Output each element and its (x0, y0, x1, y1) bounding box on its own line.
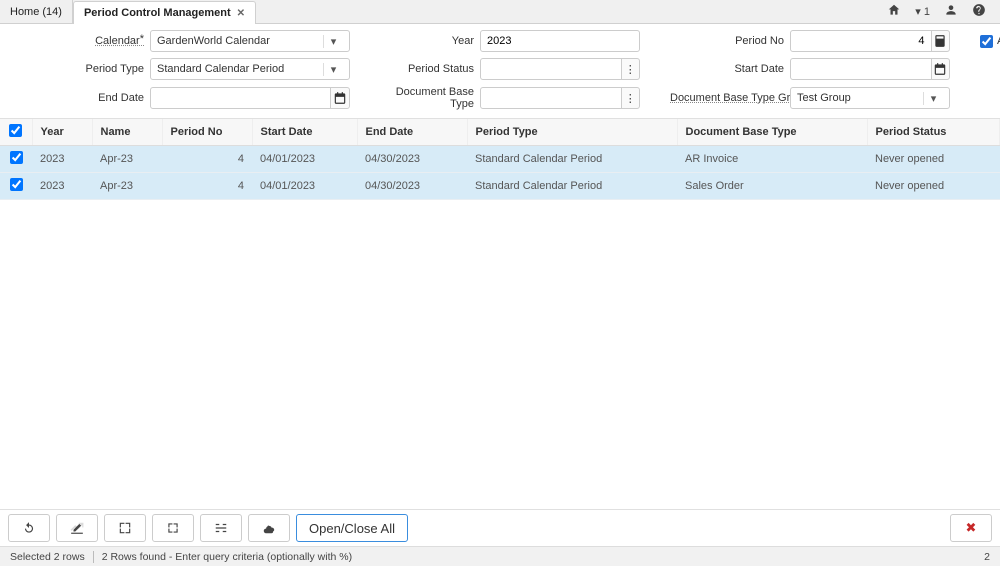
help-icon[interactable] (972, 3, 986, 20)
more-vertical-icon[interactable]: ⋮ (621, 87, 640, 109)
open-close-all-button[interactable]: Open/Close All (296, 514, 408, 542)
label-period-status: Period Status (380, 63, 480, 75)
select-all-checkbox[interactable] (9, 124, 22, 137)
cell-period-status: Never opened (867, 146, 1000, 173)
period-no-field (790, 30, 950, 52)
label-period-no: Period No (670, 35, 790, 47)
cancel-button[interactable]: ✖ (950, 514, 992, 542)
export-button[interactable] (248, 514, 290, 542)
select-all-button[interactable] (152, 514, 194, 542)
cell-period-type: Standard Calendar Period (467, 173, 677, 200)
period-type-value: Standard Calendar Period (157, 63, 284, 75)
table-row[interactable]: 2023 Apr-23 4 04/01/2023 04/30/2023 Stan… (0, 173, 1000, 200)
end-date-field (150, 87, 350, 109)
period-no-input[interactable] (790, 30, 932, 52)
doc-base-type-group-select[interactable]: Test Group ▾ (790, 87, 950, 109)
cell-name: Apr-23 (92, 146, 162, 173)
label-period-type: Period Type (10, 63, 150, 75)
cell-start-date: 04/01/2023 (252, 173, 357, 200)
col-period-no[interactable]: Period No (162, 119, 252, 146)
period-status-input[interactable] (480, 58, 622, 80)
user-icon[interactable] (944, 3, 958, 20)
cell-doc-base-type: Sales Order (677, 173, 867, 200)
tab-strip: Home (14) Period Control Management ✕ (0, 0, 887, 23)
year-input[interactable] (480, 30, 640, 52)
cell-year: 2023 (32, 146, 92, 173)
open-close-all-label: Open/Close All (309, 521, 395, 536)
calendar-icon[interactable] (931, 58, 950, 80)
results-table-wrap: Year Name Period No Start Date End Date … (0, 118, 1000, 509)
cell-name: Apr-23 (92, 173, 162, 200)
tab-period-control[interactable]: Period Control Management ✕ (73, 1, 256, 24)
close-icon[interactable]: ✕ (237, 8, 245, 19)
cell-end-date: 04/30/2023 (357, 146, 467, 173)
tab-period-control-label: Period Control Management (84, 7, 231, 19)
status-bar: Selected 2 rows 2 Rows found - Enter que… (0, 546, 1000, 566)
cell-period-no: 4 (162, 146, 252, 173)
label-calendar: Calendar (10, 35, 150, 47)
cell-period-type: Standard Calendar Period (467, 146, 677, 173)
results-table: Year Name Period No Start Date End Date … (0, 119, 1000, 200)
clear-button[interactable] (56, 514, 98, 542)
status-found: 2 Rows found - Enter query criteria (opt… (102, 551, 352, 563)
home-icon[interactable] (887, 3, 901, 20)
chevron-down-icon: ▾ (323, 35, 343, 48)
topbar-actions: ▾ 1 (887, 3, 992, 20)
deselect-all-button[interactable] (200, 514, 242, 542)
more-vertical-icon[interactable]: ⋮ (621, 58, 640, 80)
tab-home-label: Home (14) (10, 6, 62, 18)
filter-form: Calendar GardenWorld Calendar ▾ Year Per… (0, 24, 1000, 114)
col-end-date[interactable]: End Date (357, 119, 467, 146)
cell-doc-base-type: AR Invoice (677, 146, 867, 173)
label-start-date: Start Date (670, 63, 790, 75)
row-checkbox[interactable] (10, 151, 23, 164)
period-type-select[interactable]: Standard Calendar Period ▾ (150, 58, 350, 80)
label-doc-base-type: Document Base Type (380, 86, 480, 110)
calculator-icon[interactable] (931, 30, 950, 52)
start-date-input[interactable] (790, 58, 932, 80)
col-doc-base-type[interactable]: Document Base Type (677, 119, 867, 146)
doc-base-type-field: ⋮ (480, 87, 640, 109)
top-bar: Home (14) Period Control Management ✕ ▾ … (0, 0, 1000, 24)
doc-base-type-input[interactable] (480, 87, 622, 109)
period-status-field: ⋮ (480, 58, 640, 80)
label-doc-base-type-group: Document Base Type Group (670, 92, 790, 104)
start-date-field (790, 58, 950, 80)
row-checkbox[interactable] (10, 178, 23, 191)
cell-period-no: 4 (162, 173, 252, 200)
chevron-down-icon: ▾ (323, 63, 343, 76)
label-year: Year (380, 35, 480, 47)
all-any-checkbox[interactable]: All / Any (980, 35, 1000, 48)
label-end-date: End Date (10, 92, 150, 104)
calendar-select[interactable]: GardenWorld Calendar ▾ (150, 30, 350, 52)
col-year[interactable]: Year (32, 119, 92, 146)
zoom-button[interactable] (104, 514, 146, 542)
end-date-input[interactable] (150, 87, 331, 109)
cell-start-date: 04/01/2023 (252, 146, 357, 173)
bottom-toolbar: Open/Close All ✖ (0, 509, 1000, 546)
badge-count: 1 (924, 6, 930, 18)
calendar-value: GardenWorld Calendar (157, 35, 270, 47)
table-row[interactable]: 2023 Apr-23 4 04/01/2023 04/30/2023 Stan… (0, 146, 1000, 173)
status-selected: Selected 2 rows (10, 551, 94, 563)
chevron-down-icon: ▾ (923, 92, 943, 105)
cell-year: 2023 (32, 173, 92, 200)
cell-end-date: 04/30/2023 (357, 173, 467, 200)
refresh-button[interactable] (8, 514, 50, 542)
col-period-status[interactable]: Period Status (867, 119, 1000, 146)
calendar-icon[interactable] (330, 87, 350, 109)
col-start-date[interactable]: Start Date (252, 119, 357, 146)
col-period-type[interactable]: Period Type (467, 119, 677, 146)
all-any-input[interactable] (980, 35, 993, 48)
tab-home[interactable]: Home (14) (0, 0, 73, 23)
doc-base-type-group-value: Test Group (797, 92, 851, 104)
status-right: 2 (984, 551, 990, 563)
notifications-dropdown[interactable]: ▾ 1 (915, 5, 930, 18)
col-name[interactable]: Name (92, 119, 162, 146)
cell-period-status: Never opened (867, 173, 1000, 200)
